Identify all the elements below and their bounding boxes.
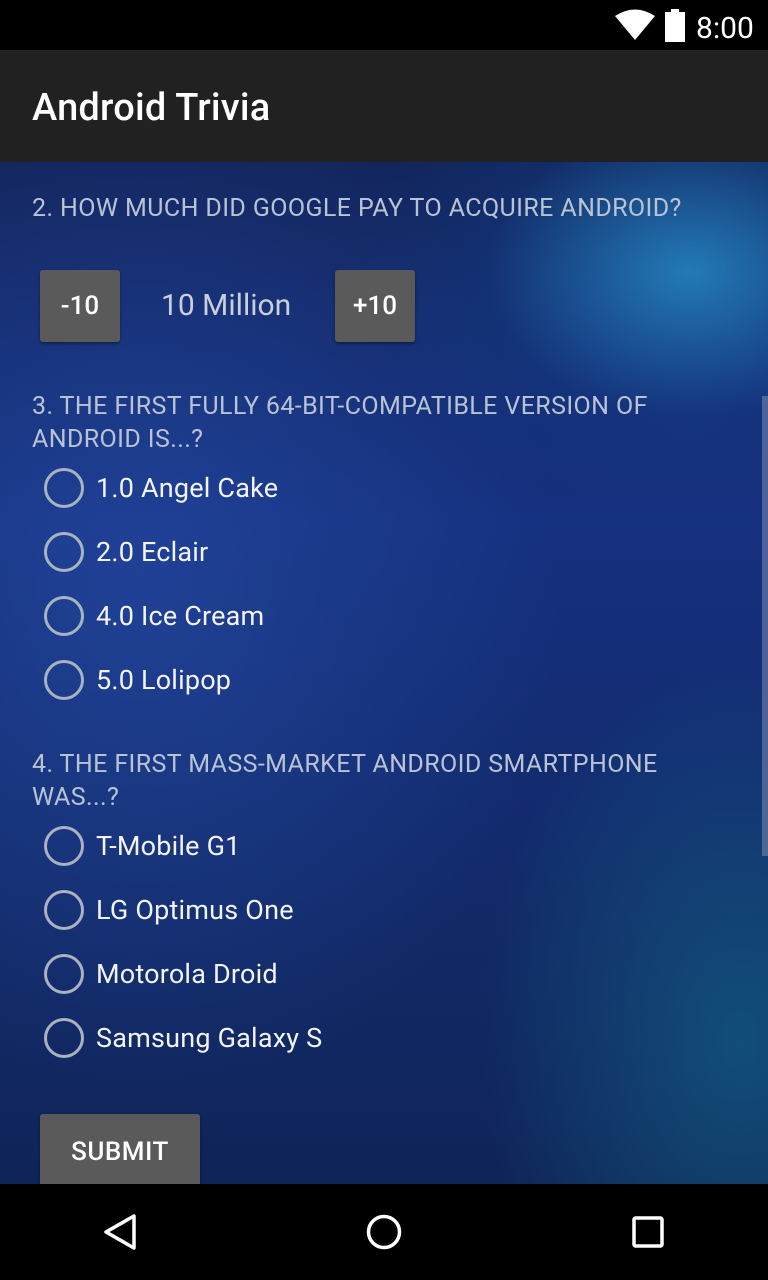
- radio-button[interactable]: [44, 596, 84, 636]
- wifi-icon: [615, 9, 655, 40]
- option-label: T-Mobile G1: [96, 830, 241, 862]
- battery-icon: [665, 9, 685, 42]
- radio-button[interactable]: [44, 468, 84, 508]
- question-3-option-3[interactable]: 4.0 Ice Cream: [44, 592, 544, 640]
- radio-button[interactable]: [44, 826, 84, 866]
- home-icon[interactable]: [364, 1212, 404, 1252]
- radio-button[interactable]: [44, 1018, 84, 1058]
- app-bar: Android Trivia: [0, 50, 768, 162]
- radio-button[interactable]: [44, 954, 84, 994]
- radio-button[interactable]: [44, 890, 84, 930]
- decrement-button[interactable]: -10: [40, 270, 120, 342]
- recents-icon[interactable]: [628, 1212, 668, 1252]
- option-label: 2.0 Eclair: [96, 536, 209, 568]
- submit-button[interactable]: SUBMIT: [40, 1114, 200, 1184]
- question-2-text: 2. HOW MUCH DID GOOGLE PAY TO ACQUIRE AN…: [32, 194, 682, 223]
- question-3-option-1[interactable]: 1.0 Angel Cake: [44, 464, 544, 512]
- question-4-option-4[interactable]: Samsung Galaxy S: [44, 1014, 544, 1062]
- option-label: Samsung Galaxy S: [96, 1022, 323, 1054]
- acquisition-value: 10 Million: [161, 288, 292, 323]
- option-label: 4.0 Ice Cream: [96, 600, 265, 632]
- quiz-content[interactable]: 2. HOW MUCH DID GOOGLE PAY TO ACQUIRE AN…: [0, 162, 768, 1184]
- navigation-bar: [0, 1184, 768, 1280]
- status-time: 8:00: [696, 11, 754, 46]
- question-3-option-2[interactable]: 2.0 Eclair: [44, 528, 544, 576]
- screen: 8:00 Android Trivia 2. HOW MUCH DID GOOG…: [0, 0, 768, 1280]
- question-4-text: 4. THE FIRST MASS-MARKET ANDROID SMARTPH…: [32, 750, 658, 812]
- question-3-option-4[interactable]: 5.0 Lolipop: [44, 656, 544, 704]
- question-4-option-1[interactable]: T-Mobile G1: [44, 822, 544, 870]
- radio-button[interactable]: [44, 532, 84, 572]
- option-label: LG Optimus One: [96, 894, 294, 926]
- back-icon[interactable]: [100, 1212, 140, 1252]
- option-label: 5.0 Lolipop: [96, 664, 232, 696]
- scrollbar[interactable]: [762, 396, 768, 856]
- increment-button[interactable]: +10: [335, 270, 415, 342]
- status-bar: 8:00: [0, 0, 768, 50]
- radio-button[interactable]: [44, 660, 84, 700]
- question-3-text: 3. THE FIRST FULLY 64-BIT-COMPATIBLE VER…: [32, 392, 648, 454]
- question-4-option-3[interactable]: Motorola Droid: [44, 950, 544, 998]
- app-title: Android Trivia: [32, 86, 271, 130]
- option-label: 1.0 Angel Cake: [96, 472, 279, 504]
- option-label: Motorola Droid: [96, 958, 278, 990]
- question-4-option-2[interactable]: LG Optimus One: [44, 886, 544, 934]
